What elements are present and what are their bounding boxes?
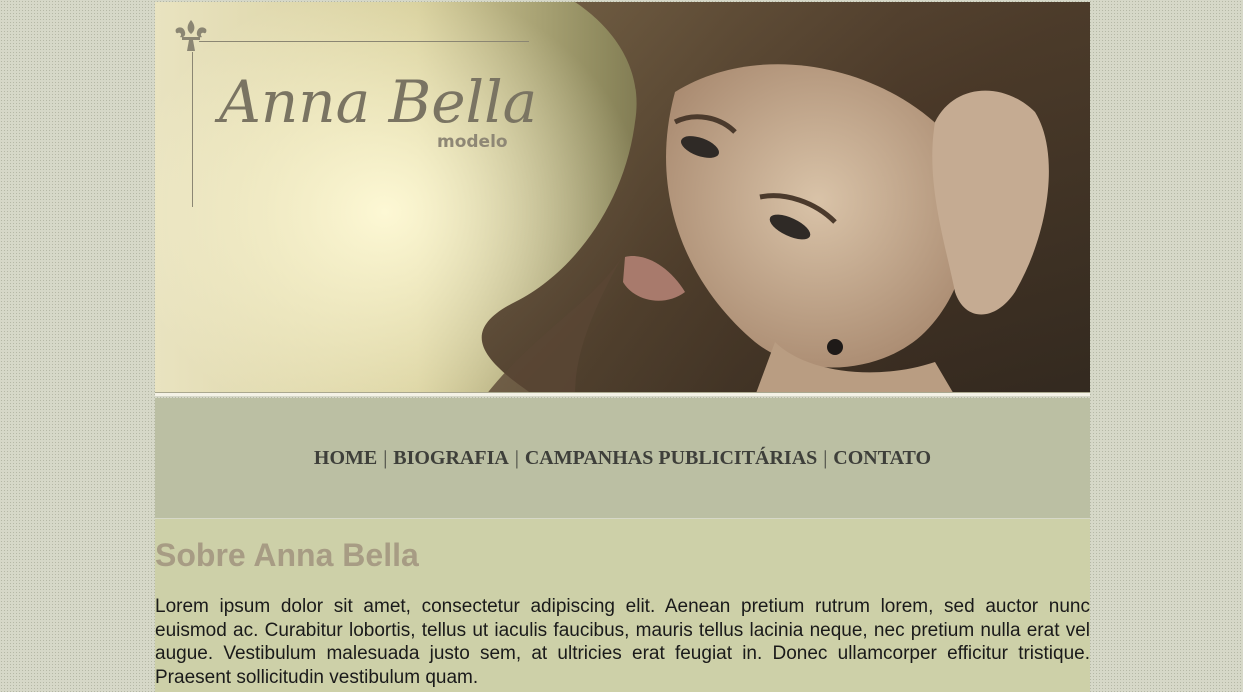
nav-item-biografia[interactable]: BIOGRAFIA — [393, 447, 509, 470]
nav-item-campanhas-publicitarias[interactable]: CAMPANHAS PUBLICITÁRIAS — [525, 447, 817, 470]
nav-item-contato[interactable]: CONTATO — [833, 447, 931, 470]
nav-separator: | — [514, 446, 519, 469]
header-banner: Anna Bella modelo — [155, 2, 1090, 396]
nav-item-home[interactable]: HOME — [314, 447, 377, 470]
about-paragraph: Lorem ipsum dolor sit amet, consectetur … — [155, 596, 1090, 688]
logo-brand-name: Anna Bella — [219, 68, 538, 136]
section-title: Sobre Anna Bella — [155, 537, 419, 573]
logo-horizontal-rule — [199, 41, 529, 42]
page-container: Anna Bella modelo HOME | BIOGRAFIA | CAM… — [155, 0, 1090, 692]
model-portrait-image — [481, 2, 1090, 396]
logo-subtitle: modelo — [437, 132, 508, 152]
logo-vertical-rule — [192, 52, 193, 207]
banner-bottom-border — [155, 392, 1090, 396]
about-section: Sobre Anna Bella Lorem ipsum dolor sit a… — [155, 519, 1090, 692]
nav-separator: | — [383, 446, 388, 469]
nav-separator: | — [823, 446, 828, 469]
main-navigation: HOME | BIOGRAFIA | CAMPANHAS PUBLICITÁRI… — [155, 398, 1090, 518]
fleur-de-lis-icon — [173, 18, 209, 59]
